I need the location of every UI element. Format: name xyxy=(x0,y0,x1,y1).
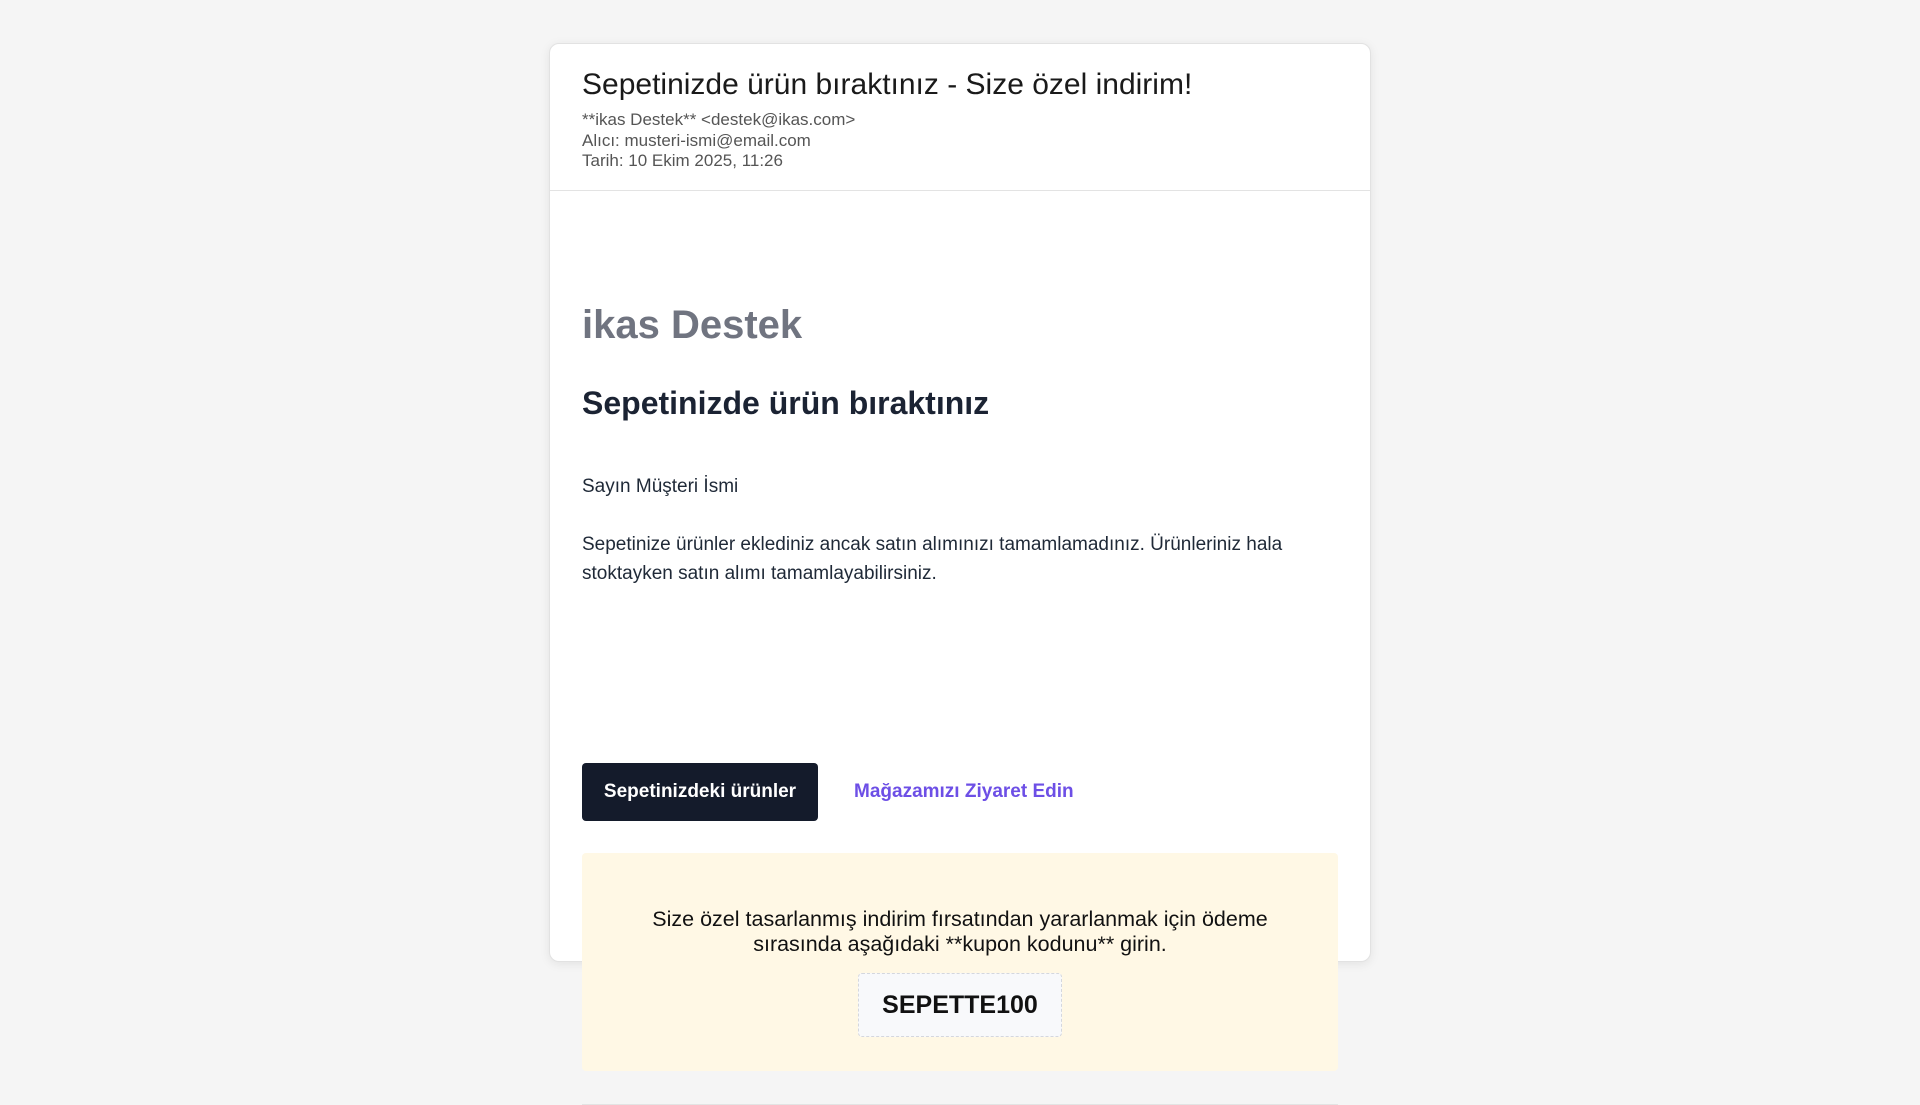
coupon-text: Size özel tasarlanmış indirim fırsatında… xyxy=(652,907,1268,956)
email-header: Sepetinizde ürün bıraktınız - Size özel … xyxy=(550,44,1370,191)
body-paragraph: Sepetinize ürünler eklediniz ancak satın… xyxy=(582,534,1283,584)
email-card: Sepetinizde ürün bıraktınız - Size özel … xyxy=(549,43,1371,1105)
email-date: Tarih: 10 Ekim 2025, 11:26 xyxy=(582,151,783,170)
email-heading: Sepetinizde ürün bıraktınız xyxy=(582,385,990,421)
email-subject: Sepetinizde ürün bıraktınız - Size özel … xyxy=(582,68,1193,101)
visit-store-link[interactable]: Mağazamızı Ziyaret Edin xyxy=(854,779,1074,805)
coupon-code[interactable]: SEPETTE100 xyxy=(858,973,1062,1037)
email-recipient: Alıcı: musteri-ismi@email.com xyxy=(582,130,811,150)
coupon-box: Size özel tasarlanmış indirim fırsatında… xyxy=(582,853,1338,1071)
greeting-text: Sayın Müşteri İsmi xyxy=(582,476,739,497)
email-sender: **ikas Destek** <destek@ikas.com> xyxy=(582,110,856,129)
cart-items-button[interactable]: Sepetinizdeki ürünler xyxy=(582,763,818,821)
brand-name: ikas Destek xyxy=(582,303,803,347)
